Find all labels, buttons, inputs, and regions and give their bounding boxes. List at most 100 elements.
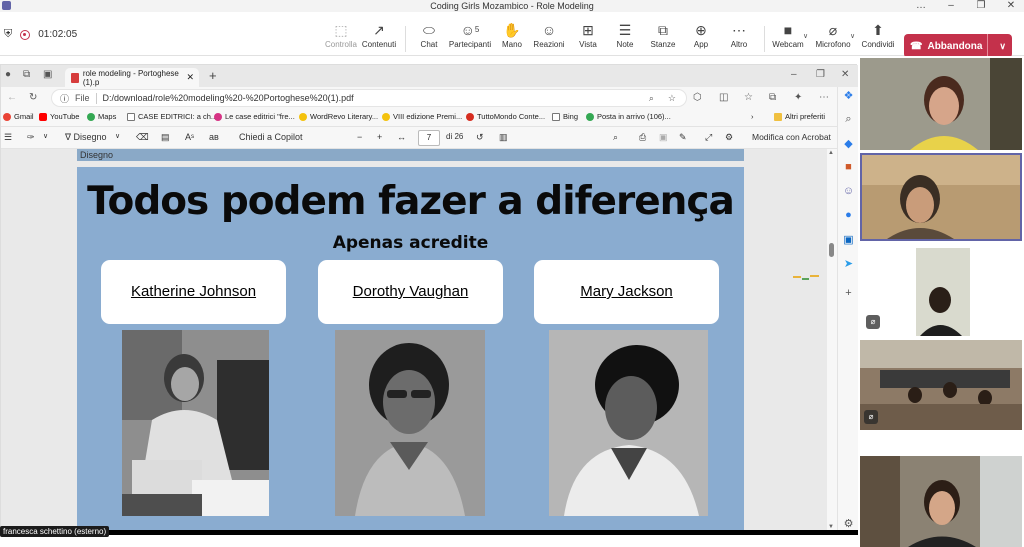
zoom-in-icon[interactable]: +: [377, 132, 382, 142]
pdf-viewer[interactable]: Disegno Todos podem fazer a diferença Ap…: [1, 149, 827, 531]
minimize-button[interactable]: –: [936, 0, 966, 12]
extensions-icon[interactable]: ⬡: [693, 92, 702, 103]
more-icon: ⋯: [732, 22, 746, 38]
save-icon[interactable]: ▣: [659, 132, 668, 143]
collections-icon[interactable]: ⧉: [769, 92, 776, 103]
bookmark-posta[interactable]: Posta in arrivo (106)...: [586, 112, 671, 121]
content-button[interactable]: ↗ Contenuti: [357, 22, 401, 49]
reactions-button[interactable]: ☺ Reazioni: [527, 22, 571, 49]
name-card-dorothy-vaughan[interactable]: Dorothy Vaughan: [318, 260, 503, 324]
fit-page-icon[interactable]: ↔: [397, 132, 406, 142]
rotate-icon[interactable]: ↺: [476, 132, 484, 143]
participant-video-2-active-speaker[interactable]: [860, 153, 1022, 241]
draw-icon: ∇: [65, 132, 72, 142]
favorite-star-icon[interactable]: ☆: [668, 93, 676, 104]
highlight-icon[interactable]: ✑: [27, 132, 35, 143]
outlook-icon[interactable]: ▣: [842, 233, 855, 246]
shopping-tag-icon[interactable]: ◆: [842, 137, 855, 150]
bookmark-maps[interactable]: Maps: [87, 112, 116, 121]
sidebar-search-icon[interactable]: ⌕: [842, 113, 855, 126]
ask-copilot-button[interactable]: Chiedi a Copilot: [239, 132, 303, 142]
refresh-icon[interactable]: ↻: [29, 92, 37, 103]
workspaces-icon[interactable]: ⧉: [23, 69, 30, 80]
read-aloud-icon[interactable]: Aˢ: [185, 132, 194, 142]
page-view-icon[interactable]: ▥: [499, 132, 508, 143]
browser-tab-pdf[interactable]: role modeling - Portoghese (1).p ✕: [65, 68, 199, 87]
zoom-icon[interactable]: ⌕: [649, 93, 654, 104]
presenter-caption: francesca schettino (esterno): [0, 526, 110, 537]
split-screen-icon[interactable]: ◫: [719, 92, 728, 103]
close-window-button[interactable]: ✕: [996, 0, 1024, 12]
site-icon: [466, 112, 474, 121]
save-as-icon[interactable]: ✎: [679, 132, 687, 143]
bookmark-viii-edizione[interactable]: VIII edizione Premi...: [382, 112, 462, 121]
close-browser-button[interactable]: ✕: [841, 69, 849, 80]
minimize-browser-button[interactable]: –: [791, 69, 797, 80]
participant-video-5[interactable]: [860, 456, 1022, 547]
new-tab-button[interactable]: +: [209, 68, 217, 83]
share-button[interactable]: ⬆ Condividi: [856, 22, 900, 49]
participant-video-3[interactable]: [916, 248, 970, 336]
address-row: ← ↻ ⓘ File D:/download/role%20modeling%2…: [1, 87, 858, 109]
browser-menu-icon[interactable]: ⋯: [819, 92, 829, 103]
tab-actions-icon[interactable]: ▣: [43, 69, 52, 80]
participant-video-4-room[interactable]: ⌀: [860, 340, 1022, 430]
print-icon[interactable]: ⎙: [639, 132, 646, 143]
scroll-up-icon[interactable]: ▲: [828, 150, 834, 156]
draw-button[interactable]: ∇ Disegno: [65, 132, 107, 143]
highlight-options-chevron-icon[interactable]: ∨: [43, 132, 48, 140]
profile-icon[interactable]: ●: [5, 69, 11, 80]
bookmarks-chevron-icon[interactable]: ›: [751, 112, 754, 121]
microphone-button[interactable]: ⌀ Microfono: [811, 22, 855, 49]
more-button[interactable]: ⋯ Altro: [717, 22, 761, 49]
webcam-options-chevron-icon[interactable]: ∨: [803, 32, 808, 40]
fullscreen-icon[interactable]: ⤢: [705, 132, 712, 143]
translate-icon[interactable]: aʙ: [209, 132, 219, 142]
leave-button[interactable]: ☎ Abbandona ∨: [904, 34, 1012, 58]
window-more-button[interactable]: …: [906, 0, 936, 12]
games-icon[interactable]: ●: [842, 209, 855, 221]
eraser-icon[interactable]: ⌫: [136, 132, 149, 143]
participants-button[interactable]: ☺5 Partecipanti: [448, 22, 492, 49]
leave-options-chevron-icon[interactable]: ∨: [993, 41, 1012, 52]
microphone-options-chevron-icon[interactable]: ∨: [850, 32, 855, 40]
divider: [405, 26, 406, 52]
page-number-input[interactable]: 7: [418, 130, 440, 146]
bookmark-gmail[interactable]: Gmail: [3, 112, 34, 121]
favorites-icon[interactable]: ☆: [744, 92, 753, 103]
other-favorites[interactable]: Altri preferiti: [774, 112, 825, 121]
add-sidebar-app-icon[interactable]: +: [842, 287, 855, 299]
draw-options-chevron-icon[interactable]: ∨: [115, 132, 120, 140]
close-tab-icon[interactable]: ✕: [186, 72, 194, 83]
bookmark-le-case-editrici[interactable]: Le case editrici "fre...: [214, 112, 295, 121]
bookmarks-bar: Gmail YouTube Maps CASE EDITRICI: a ch..…: [1, 109, 858, 127]
search-pdf-icon[interactable]: ⌕: [613, 132, 618, 143]
bookmark-wordrevo[interactable]: WordRevo Literary...: [299, 112, 378, 121]
back-icon[interactable]: ←: [7, 92, 17, 103]
scrollbar-thumb[interactable]: [829, 243, 834, 257]
bookmark-tuttomondo[interactable]: TuttoMondo Conte...: [466, 112, 545, 121]
telegram-icon[interactable]: ➤: [842, 257, 855, 270]
extension-puzzle-icon[interactable]: ✦: [794, 92, 802, 103]
edit-with-acrobat-button[interactable]: Modifica con Acrobat: [752, 132, 831, 142]
name-card-mary-jackson[interactable]: Mary Jackson: [534, 260, 719, 324]
bookmark-youtube[interactable]: YouTube: [39, 112, 79, 121]
bookmark-bing[interactable]: Bing: [552, 112, 578, 121]
address-bar[interactable]: ⓘ File D:/download/role%20modeling%20-%2…: [51, 89, 687, 107]
tools-icon[interactable]: ■: [842, 161, 855, 173]
zoom-out-icon[interactable]: −: [357, 132, 362, 142]
gmail-icon: [586, 112, 594, 121]
settings-icon[interactable]: ⚙: [725, 132, 733, 143]
chat-button[interactable]: ⬭ Chat: [407, 22, 451, 49]
pdf-scrollbar[interactable]: ▲ ▼: [827, 149, 837, 531]
copilot-icon[interactable]: ❖: [842, 89, 855, 102]
bookmark-case-editrici[interactable]: CASE EDITRICI: a ch...: [127, 112, 217, 121]
participant-video-1[interactable]: [860, 58, 1022, 150]
contents-icon[interactable]: ☰: [4, 132, 12, 143]
name-card-katherine-johnson[interactable]: Katherine Johnson: [101, 260, 286, 324]
maximize-browser-button[interactable]: ❐: [816, 69, 825, 80]
people-icon[interactable]: ☺: [842, 185, 855, 197]
maximize-button[interactable]: ❐: [966, 0, 996, 12]
add-text-icon[interactable]: ▤: [161, 132, 170, 143]
sidebar-settings-icon[interactable]: ⚙: [842, 517, 855, 530]
